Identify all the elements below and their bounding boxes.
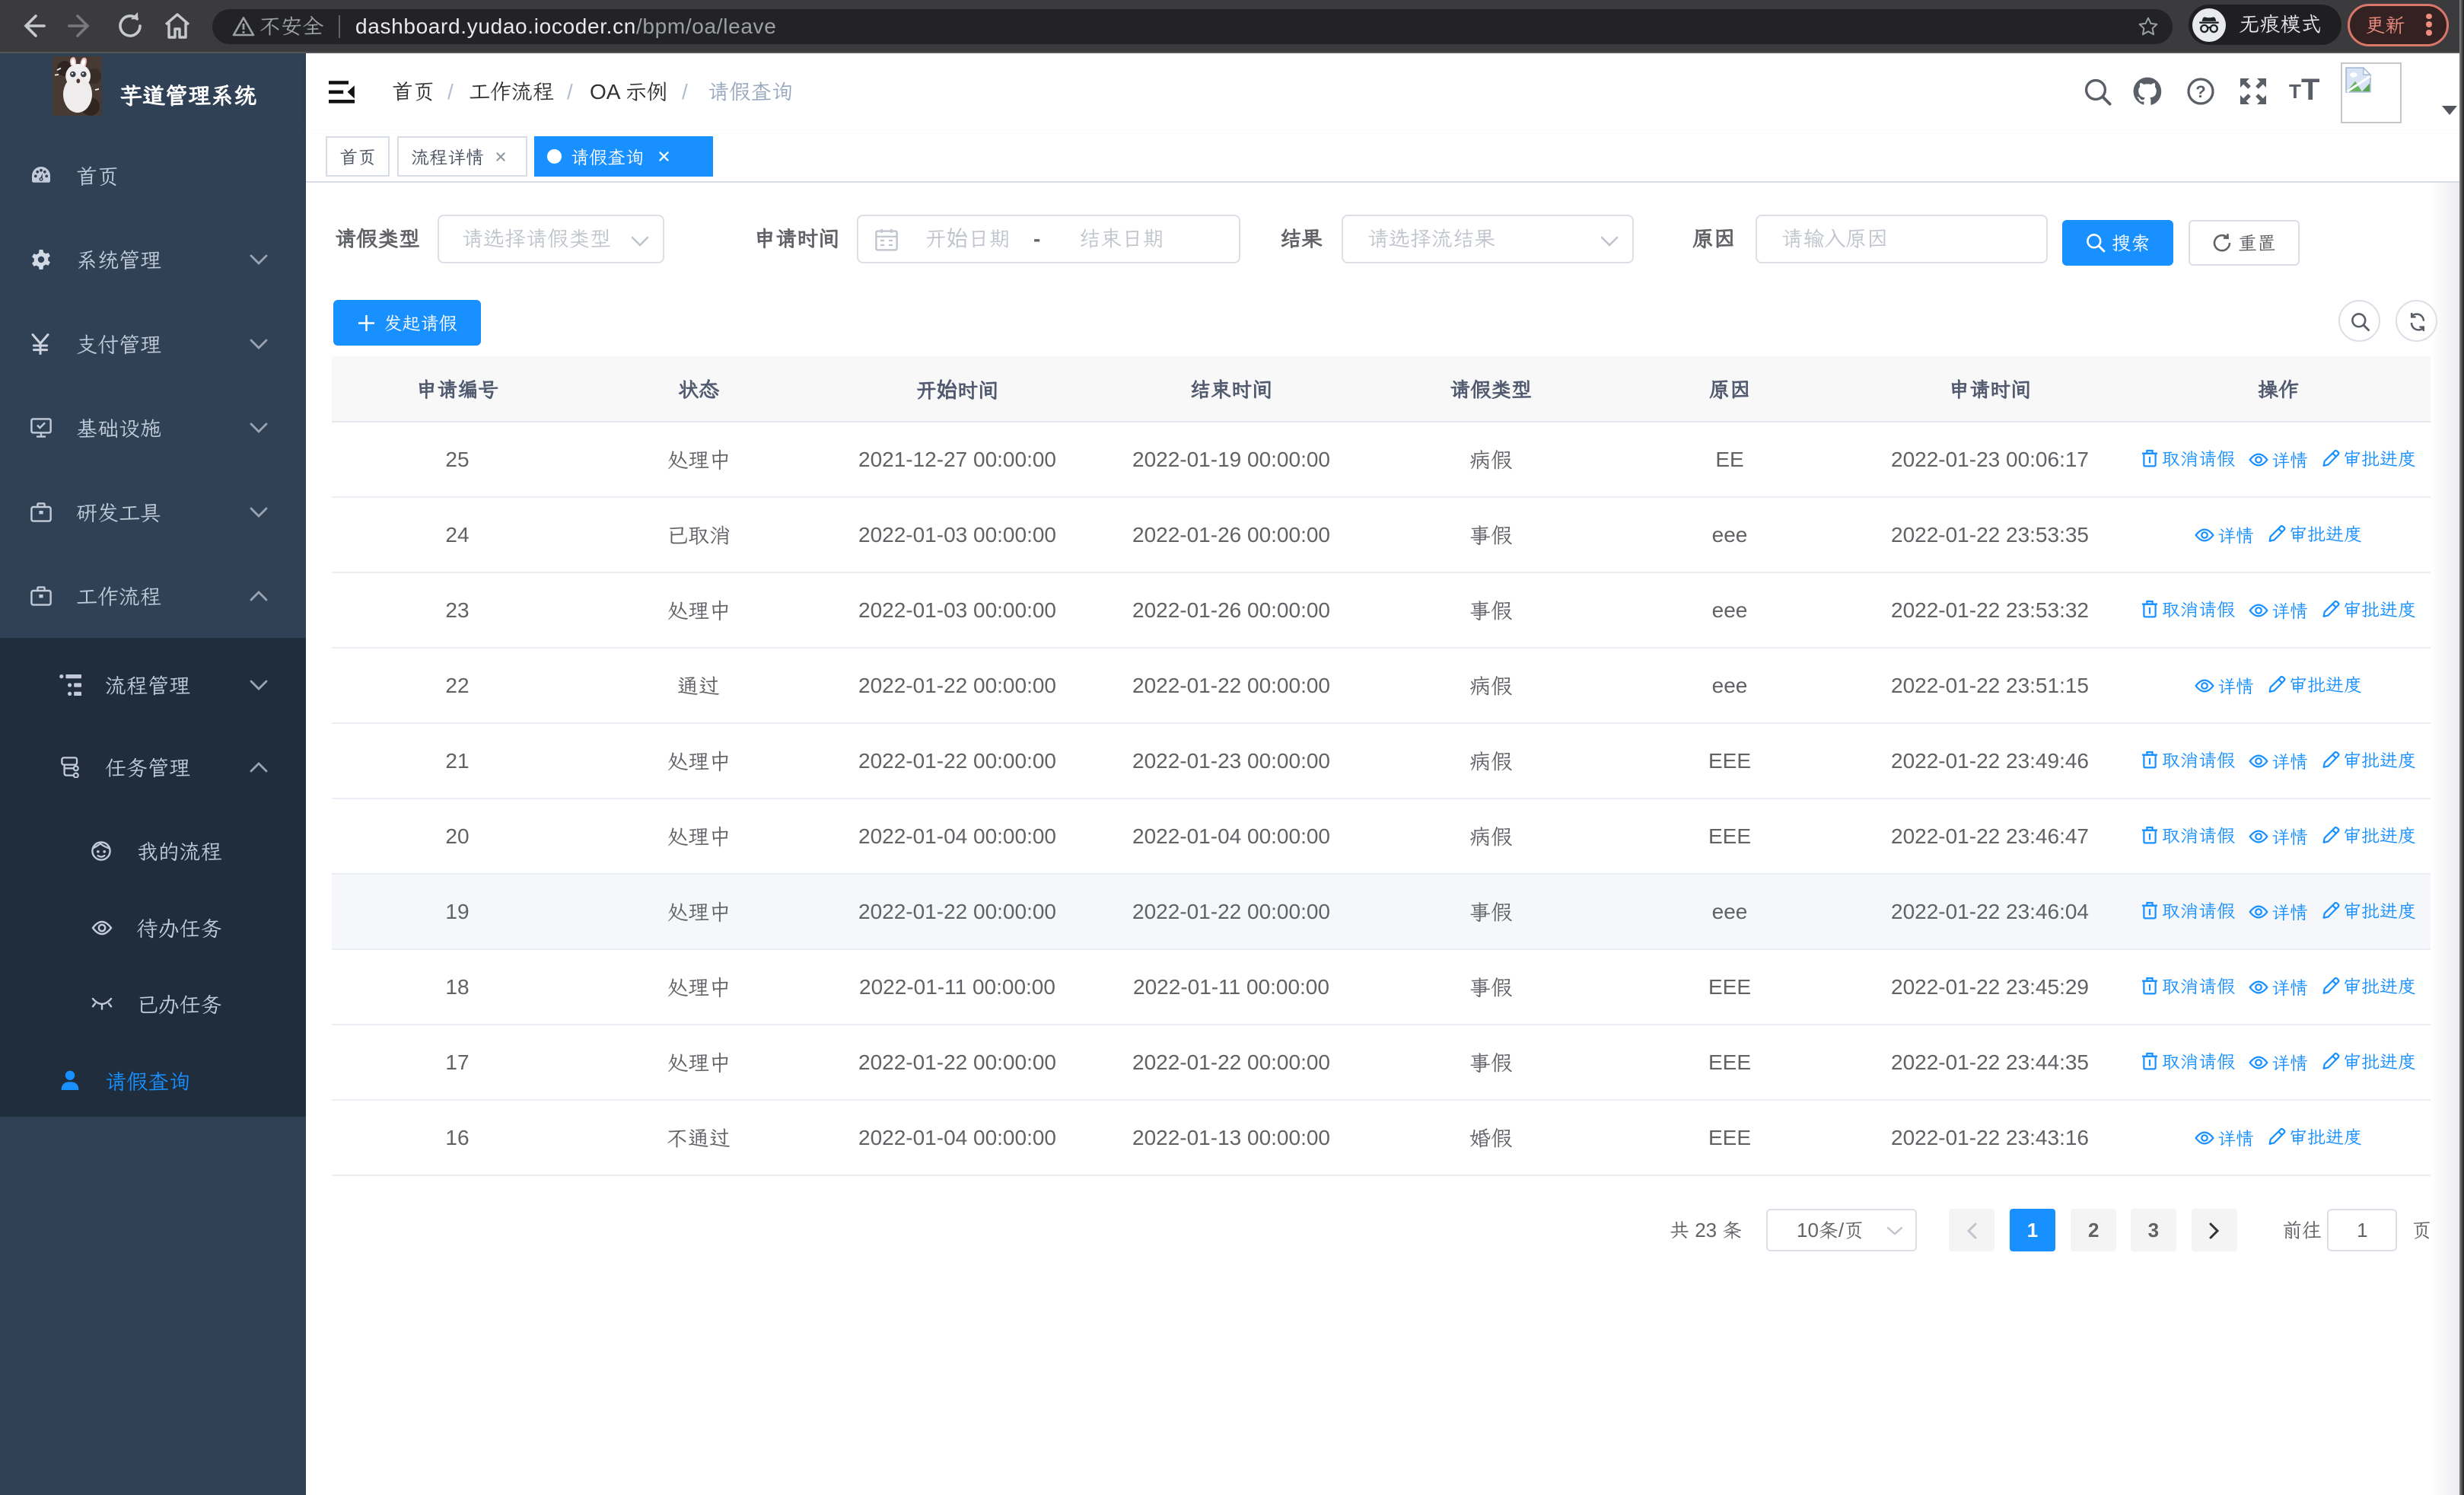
svg-text:?: ? xyxy=(2195,82,2205,101)
